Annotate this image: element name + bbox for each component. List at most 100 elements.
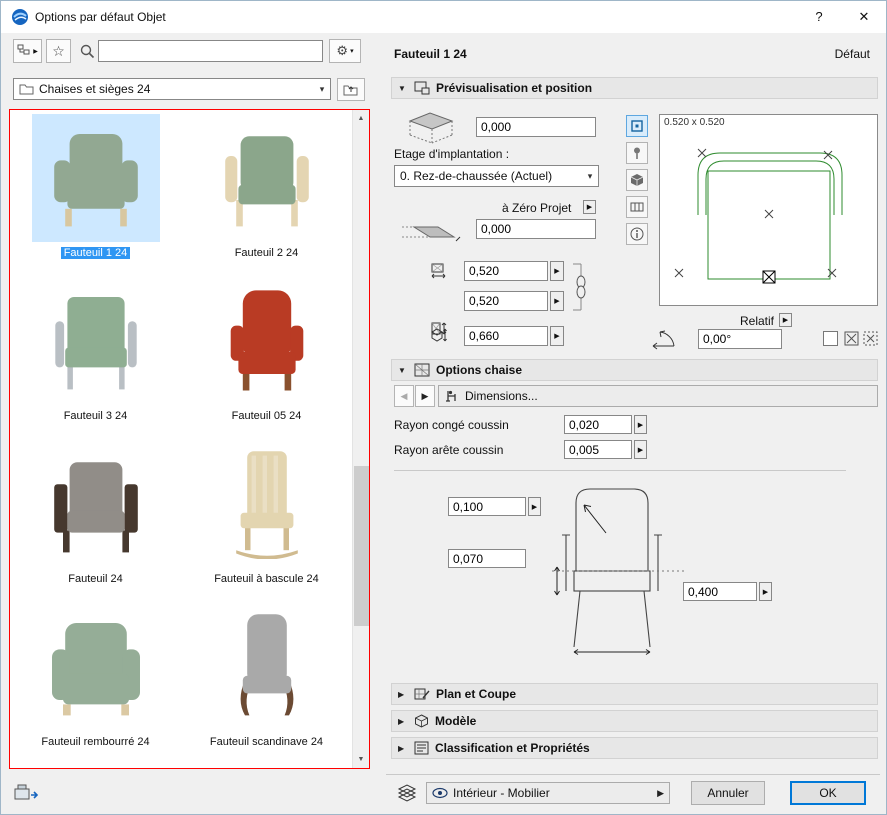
rotation-angle-field[interactable] (698, 329, 782, 349)
size-z-menu-button[interactable]: ▶ (550, 326, 564, 346)
collapse-closed-icon: ▶ (398, 744, 408, 753)
scroll-down-icon[interactable]: ▼ (353, 751, 369, 768)
search-icon (80, 44, 95, 59)
ok-label: OK (819, 786, 836, 800)
size-y-field[interactable] (464, 291, 548, 311)
size-x-menu-button[interactable]: ▶ (550, 261, 564, 281)
favorites-button[interactable]: ☆ (46, 39, 71, 63)
nav-right-icon: ▶ (422, 391, 429, 402)
diagram-dim3-field[interactable] (683, 582, 757, 601)
offset-top-field[interactable] (476, 117, 596, 137)
combo-arrow-icon: ▾ (314, 84, 330, 95)
section-title: Options chaise (436, 363, 522, 377)
diagram-dim2-field[interactable] (448, 549, 526, 568)
folder-view-button[interactable]: ▶ (13, 39, 42, 63)
divider (394, 470, 846, 471)
library-scrollbar[interactable]: ▲ ▼ (352, 110, 369, 768)
load-object-button[interactable] (13, 781, 41, 805)
section-preview-position[interactable]: ▼ Prévisualisation et position (391, 77, 878, 99)
spin-arrow-icon: ▶ (638, 446, 643, 454)
next-page-button[interactable]: ▶ (415, 385, 435, 407)
library-item-label: Fauteuil rembourré 24 (41, 736, 149, 748)
library-folder-combo[interactable]: Chaises et sièges 24 ▾ (13, 78, 331, 100)
settings-menu-button[interactable]: ⚙ ▾ (329, 39, 361, 63)
nav-left-icon: ◀ (401, 391, 408, 402)
search-input[interactable] (98, 40, 323, 62)
library-item[interactable]: Fauteuil rembourré 24 (10, 603, 181, 766)
mirror-checkbox[interactable] (823, 331, 838, 346)
library-item[interactable]: Fauteuil 05 24 (181, 277, 352, 440)
zero-ref-menu-button[interactable]: ▶ (583, 200, 596, 214)
preview-plan-view-button[interactable] (626, 115, 648, 137)
cancel-button[interactable]: Annuler (691, 781, 765, 805)
spin-arrow-icon: ▶ (554, 297, 559, 305)
param1-menu-button[interactable]: ▶ (634, 415, 647, 434)
scroll-up-icon[interactable]: ▲ (353, 110, 369, 127)
library-item[interactable]: Fauteuil scandinave 24 (181, 603, 352, 766)
help-button[interactable]: ? (806, 1, 832, 33)
param1-field[interactable] (564, 415, 632, 434)
parameter-page-combo[interactable]: Dimensions... (438, 385, 878, 407)
diagram-dim1-field[interactable] (448, 497, 526, 516)
section-chair-options[interactable]: ▼ Options chaise (391, 359, 878, 381)
preview-pin-button[interactable] (626, 142, 648, 164)
ok-button[interactable]: OK (790, 781, 866, 805)
hotspot-grid-icon[interactable] (863, 331, 878, 346)
folder-up-button[interactable] (337, 78, 365, 101)
size-y-menu-button[interactable]: ▶ (550, 291, 564, 311)
library-item[interactable]: Fauteuil 1 24 (10, 114, 181, 277)
library-item[interactable]: Fauteuil à bascule 24 (181, 440, 352, 603)
parameter-page-value: Dimensions... (465, 389, 872, 403)
diagram-dim3-menu-button[interactable]: ▶ (759, 582, 772, 601)
spin-arrow-icon: ▶ (763, 588, 768, 596)
library-item[interactable]: Fauteuil 24 (10, 440, 181, 603)
library-item[interactable]: Fauteuil 2 24 (181, 114, 352, 277)
item-thumbnail (203, 114, 331, 242)
spin-arrow-icon: ▶ (554, 267, 559, 275)
item-thumbnail (203, 277, 331, 405)
offset-top-icon (396, 109, 460, 147)
spin-arrow-icon: ▶ (554, 332, 559, 340)
elevation-field[interactable] (476, 219, 596, 239)
spin-arrow-icon: ▶ (638, 421, 643, 429)
diagram-dim1-menu-button[interactable]: ▶ (528, 497, 541, 516)
collapse-open-icon: ▼ (398, 84, 408, 93)
classification-icon (414, 741, 429, 755)
library-grid: Fauteuil 1 24 Fauteuil 2 24 (10, 110, 352, 768)
chair-diagram (544, 479, 694, 657)
section-model[interactable]: ▶ Modèle (391, 710, 878, 732)
param2-field[interactable] (564, 440, 632, 459)
prev-page-button[interactable]: ◀ (394, 385, 414, 407)
preview-model-view-button[interactable] (626, 169, 648, 191)
section-classification[interactable]: ▶ Classification et Propriétés (391, 737, 878, 759)
link-dimensions-icon[interactable] (570, 262, 586, 312)
size-x-field[interactable] (464, 261, 548, 281)
chair-page-icon (444, 389, 460, 403)
section-title: Classification et Propriétés (435, 741, 590, 755)
titlebar[interactable]: Options par défaut Objet ? ✕ (1, 1, 886, 33)
app-logo-icon (11, 8, 29, 26)
close-button[interactable]: ✕ (846, 1, 882, 33)
preview-info-button[interactable] (626, 223, 648, 245)
item-thumbnail (32, 603, 160, 731)
param2-menu-button[interactable]: ▶ (634, 440, 647, 459)
preview-canvas[interactable]: 0.520 x 0.520 (659, 114, 878, 306)
collapse-closed-icon: ▶ (398, 717, 408, 726)
hotspot-placement-icon[interactable] (844, 331, 859, 346)
chair-thumbnail-image (41, 449, 151, 559)
section-plan-section[interactable]: ▶ Plan et Coupe (391, 683, 878, 705)
storey-combo[interactable]: 0. Rez-de-chaussée (Actuel) ▾ (394, 165, 599, 187)
size-z-field[interactable] (464, 326, 548, 346)
relative-menu-button[interactable]: ▶ (779, 313, 792, 327)
preview-section-view-button[interactable] (626, 196, 648, 218)
chair-thumbnail-image (212, 123, 322, 233)
star-icon: ☆ (52, 43, 65, 60)
collapse-open-icon: ▼ (398, 366, 408, 375)
scrollbar-thumb[interactable] (354, 466, 369, 626)
spin-arrow-icon: ▶ (532, 503, 537, 511)
chair-thumbnail-image (41, 286, 151, 396)
item-thumbnail (203, 603, 331, 731)
library-item[interactable]: Fauteuil 3 24 (10, 277, 181, 440)
combo-arrow-icon: ▾ (582, 171, 598, 182)
layer-combo[interactable]: Intérieur - Mobilier ▶ (426, 782, 670, 804)
